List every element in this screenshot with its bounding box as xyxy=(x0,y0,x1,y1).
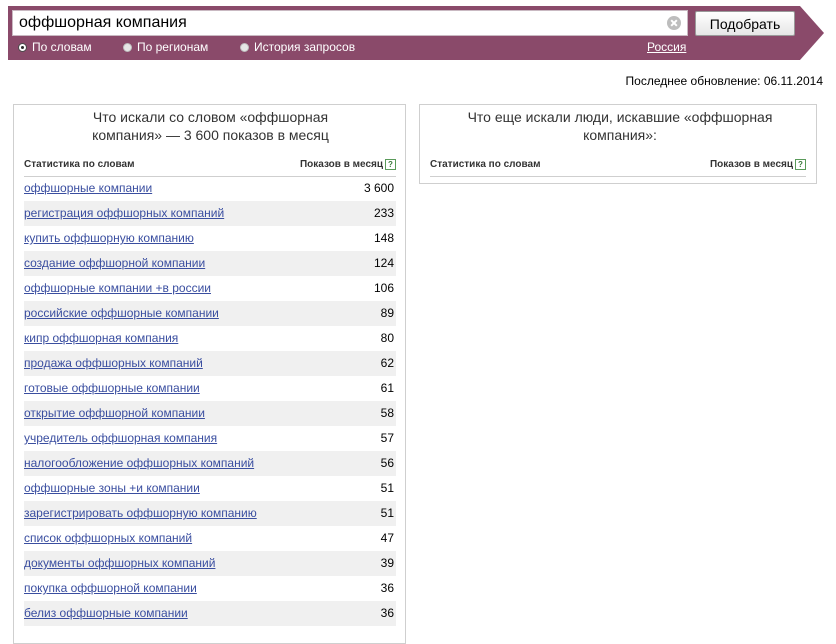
panel-title: Что искали со словом «оффшорная компания… xyxy=(34,108,387,144)
impressions-count: 39 xyxy=(380,556,394,570)
help-icon[interactable]: ? xyxy=(795,159,806,170)
last-update: Последнее обновление: 06.11.2014 xyxy=(625,74,823,88)
search-input[interactable] xyxy=(19,12,659,34)
header-arrow-decoration xyxy=(800,6,824,60)
phrase-link[interactable]: открытие оффшорной компании xyxy=(24,406,205,420)
table-row: налогообложение оффшорных компаний 56 xyxy=(24,451,396,476)
impressions-count: 57 xyxy=(380,431,394,445)
table-row: список оффшорных компаний 47 xyxy=(24,526,396,551)
phrase-link[interactable]: продажа оффшорных компаний xyxy=(24,356,203,370)
phrase-link[interactable]: купить оффшорную компанию xyxy=(24,231,194,245)
phrase-link[interactable]: список оффшорных компаний xyxy=(24,531,192,545)
radio-icon[interactable] xyxy=(123,42,132,52)
panel-title-line: Что искали со словом «оффшорная xyxy=(92,109,329,125)
impressions-count: 148 xyxy=(373,231,394,245)
table-row: купить оффшорную компанию 148 xyxy=(24,226,396,251)
impressions-count: 233 xyxy=(373,206,394,220)
phrase-link[interactable]: оффшорные зоны +и компании xyxy=(24,481,200,495)
phrase-link[interactable]: зарегистрировать оффшорную компанию xyxy=(24,506,257,520)
radio-icon-checked[interactable] xyxy=(18,42,27,52)
panel-title: Что еще искали люди, искавшие «оффшорная… xyxy=(440,108,800,144)
impressions-count: 62 xyxy=(380,356,394,370)
table-row: оффшорные компании +в россии 106 xyxy=(24,276,396,301)
mode-label: История запросов xyxy=(254,40,356,54)
table-row: документы оффшорных компаний 39 xyxy=(24,551,396,576)
mode-query-history[interactable]: История запросов xyxy=(240,40,355,54)
impressions-count: 36 xyxy=(380,606,394,620)
table-row: регистрация оффшорных компаний 233 xyxy=(24,201,396,226)
impressions-count: 124 xyxy=(373,256,394,270)
mode-by-regions[interactable]: По регионам xyxy=(123,40,208,54)
phrase-link[interactable]: налогообложение оффшорных компаний xyxy=(24,456,254,470)
phrase-link[interactable]: создание оффшорной компании xyxy=(24,256,205,270)
related-panel: Что еще искали люди, искавшие «оффшорная… xyxy=(419,104,817,184)
phrase-link[interactable]: регистрация оффшорных компаний xyxy=(24,206,224,220)
impressions-count: 3 600 xyxy=(363,181,394,195)
table-row: российские оффшорные компании 89 xyxy=(24,301,396,326)
table-row: кипр оффшорная компания 80 xyxy=(24,326,396,351)
column-phrase-header: Статистика по словам xyxy=(24,159,135,170)
table-row: открытие оффшорной компании 58 xyxy=(24,401,396,426)
mode-label: По регионам xyxy=(137,40,209,54)
impressions-count: 61 xyxy=(380,381,394,395)
stats-table: оффшорные компании 3 600 регистрация оффшо… xyxy=(24,176,396,626)
phrase-link[interactable]: учредитель оффшорная компания xyxy=(24,431,217,445)
impressions-count: 51 xyxy=(380,481,394,495)
impressions-count: 80 xyxy=(380,331,394,345)
table-row: белиз оффшорные компании 36 xyxy=(24,601,396,626)
phrase-link[interactable]: кипр оффшорная компания xyxy=(24,331,178,345)
phrase-link[interactable]: оффшорные компании +в россии xyxy=(24,281,211,295)
search-box xyxy=(12,10,688,36)
panel-title-line: компания» — 3 600 показов в месяц xyxy=(92,127,329,143)
phrase-link[interactable]: белиз оффшорные компании xyxy=(24,606,188,620)
column-header: Статистика по словам Показов в месяц? xyxy=(430,159,806,177)
mode-by-words[interactable]: По словам xyxy=(18,40,92,54)
panel-title-line: Что еще искали люди, искавшие «оффшорная xyxy=(467,109,773,125)
impressions-count: 106 xyxy=(373,281,394,295)
clear-icon[interactable] xyxy=(667,16,681,30)
impressions-count: 51 xyxy=(380,506,394,520)
phrase-link[interactable]: готовые оффшорные компании xyxy=(24,381,200,395)
table-row: готовые оффшорные компании 61 xyxy=(24,376,396,401)
phrase-link[interactable]: покупка оффшорной компании xyxy=(24,581,197,595)
region-link[interactable]: Россия xyxy=(647,40,686,54)
table-row: зарегистрировать оффшорную компанию 51 xyxy=(24,501,396,526)
table-row: учредитель оффшорная компания 57 xyxy=(24,426,396,451)
words-panel: Что искали со словом «оффшорная компания… xyxy=(13,104,406,644)
column-count-header: Показов в месяц? xyxy=(710,159,806,170)
search-mode-bar: По словам По регионам История запросов xyxy=(16,40,696,56)
impressions-count: 36 xyxy=(380,581,394,595)
phrase-link[interactable]: оффшорные компании xyxy=(24,181,152,195)
panel-title-line: компания»: xyxy=(583,127,657,143)
impressions-count: 47 xyxy=(380,531,394,545)
help-icon[interactable]: ? xyxy=(385,159,396,170)
mode-label: По словам xyxy=(32,40,92,54)
table-row: оффшорные зоны +и компании 51 xyxy=(24,476,396,501)
impressions-count: 56 xyxy=(380,456,394,470)
column-count-header: Показов в месяц? xyxy=(300,159,396,170)
column-count-label: Показов в месяц xyxy=(299,159,383,171)
phrase-link[interactable]: российские оффшорные компании xyxy=(24,306,219,320)
table-row: оффшорные компании 3 600 xyxy=(24,176,396,201)
column-count-label: Показов в месяц xyxy=(709,159,793,171)
column-phrase-header: Статистика по словам xyxy=(430,159,541,170)
impressions-count: 89 xyxy=(380,306,394,320)
search-button[interactable]: Подобрать xyxy=(695,11,795,36)
column-header: Статистика по словам Показов в месяц? xyxy=(24,159,396,177)
table-row: покупка оффшорной компании 36 xyxy=(24,576,396,601)
phrase-link[interactable]: документы оффшорных компаний xyxy=(24,556,215,570)
table-row: продажа оффшорных компаний 62 xyxy=(24,351,396,376)
radio-icon[interactable] xyxy=(240,42,249,52)
table-row: создание оффшорной компании 124 xyxy=(24,251,396,276)
impressions-count: 58 xyxy=(380,406,394,420)
